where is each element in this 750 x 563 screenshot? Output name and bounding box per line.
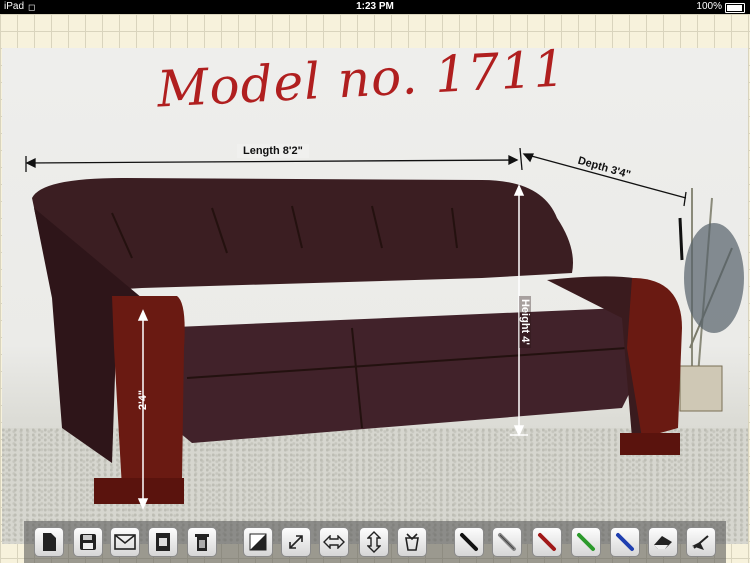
eraser-button[interactable] [648,527,678,557]
drawing-toolbar [24,521,726,563]
plant-decoration [679,188,744,412]
sofa-illustration [25,147,744,510]
height-label: Height 4' [519,295,532,349]
photo-icon [156,533,170,551]
delete-button[interactable] [187,527,217,557]
black-pen-button[interactable] [454,527,484,557]
sofa-photo: Length 8'2" Depth 3'4" Height 4' 2'4" [2,48,748,544]
horizontal-arrow-icon [323,535,345,549]
red-pen-icon [538,533,556,551]
bucket-icon [405,533,419,551]
envelope-icon [114,534,136,550]
pencil-button[interactable] [492,527,522,557]
diagonal-arrow-button[interactable] [281,527,311,557]
battery-percent: 100% [696,1,722,12]
new-document-button[interactable] [34,527,64,557]
trash-icon [195,534,209,551]
length-label: Length 8'2" [237,144,309,158]
blue-pen-icon [616,533,634,551]
bucket-button[interactable] [397,527,427,557]
floppy-disk-icon [80,534,96,550]
document-icon [43,533,56,551]
black-pen-icon [460,533,478,551]
photo-import-button[interactable] [148,527,178,557]
vertical-arrow-icon [367,531,381,553]
diagonal-arrow-icon [289,535,303,549]
contrast-button[interactable] [243,527,273,557]
battery-icon [725,3,745,13]
arm-height-label: 2'4" [137,389,150,411]
sweep-icon [692,535,709,550]
horizontal-arrow-button[interactable] [319,527,349,557]
email-button[interactable] [110,527,140,557]
green-pen-button[interactable] [571,527,601,557]
contrast-icon [249,533,267,551]
pencil-icon [498,533,516,551]
green-pen-icon [577,533,595,551]
status-bar: iPad ◻ 1:23 PM 100% [0,0,750,14]
eraser-icon [654,536,672,549]
vertical-arrow-button[interactable] [359,527,389,557]
save-button[interactable] [73,527,103,557]
blue-pen-button[interactable] [610,527,640,557]
red-pen-button[interactable] [532,527,562,557]
clock: 1:23 PM [356,1,394,12]
grid-paper-canvas[interactable]: Length 8'2" Depth 3'4" Height 4' 2'4" Mo… [0,14,750,563]
clear-all-button[interactable] [686,527,716,557]
